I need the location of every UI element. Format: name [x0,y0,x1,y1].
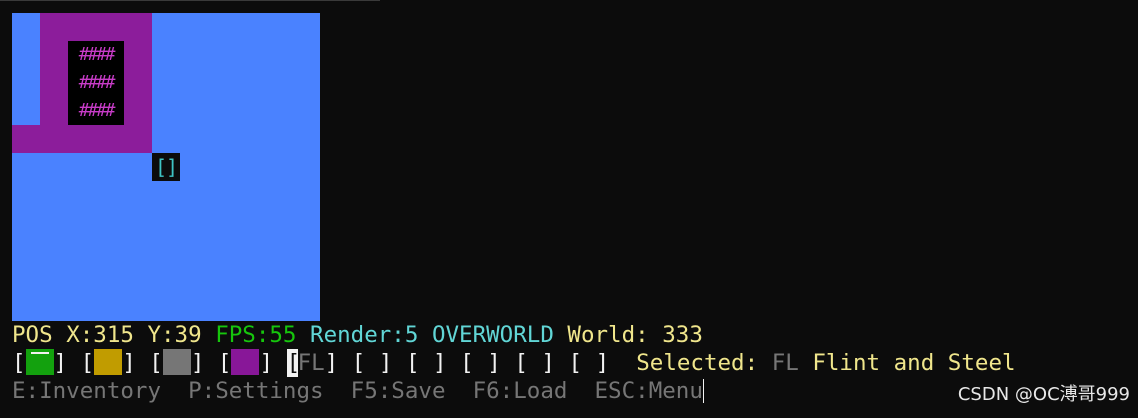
text-cursor [702,379,704,403]
render-distance: Render:5 [310,322,419,348]
hotbar-slot-1[interactable]: [] [12,349,67,376]
hotbar-slot-3[interactable]: [] [149,349,204,376]
block-row: #### [78,100,116,121]
pos-label: POS [12,322,53,348]
key-menu: ESC:Menu [594,378,703,404]
hotbar-slot-4[interactable]: [] [218,349,273,376]
terminal-top-border [0,0,380,1]
controls-help: E:Inventory P:Settings F5:Save F6:Load E… [12,377,704,405]
hotbar-slot-6[interactable]: [ ] [352,350,393,376]
hotbar-slot-7[interactable]: [ ] [406,350,447,376]
selected-label: Selected: [636,350,759,376]
key-load: F6:Load [472,378,568,404]
gold-swatch [94,349,123,375]
stone-block: #### #### #### [68,41,124,125]
hotbar: [] [] [] [] [FL] [ ] [ ] [ ] [ ] [ ] Sel… [12,349,1016,377]
hotbar-slot-8[interactable]: [ ] [460,350,501,376]
dimension-mode: OVERWORLD [431,322,554,348]
selection-highlight: [ [286,349,301,377]
fps-readout: FPS:55 [215,322,297,348]
wall-bottom [12,125,152,153]
block-row: #### [78,44,116,65]
status-bar: POS X:315 Y:39 FPS:55 Render:5 OVERWORLD… [12,321,703,349]
purple-swatch [231,349,260,375]
player-cursor: [] [152,153,180,181]
hotbar-slot-5-selected[interactable]: [FL] [286,349,338,377]
selected-item-name: Flint and Steel [812,350,1016,376]
key-inventory: E:Inventory [12,378,162,404]
hotbar-slot-9[interactable]: [ ] [514,350,555,376]
hotbar-slot-2[interactable]: [] [81,349,136,376]
green-swatch [25,349,54,375]
gray-swatch [162,349,191,375]
slot-item-code: FL [297,350,325,376]
world-label: World: [567,322,649,348]
selected-item-code: FL [771,350,799,376]
pos-y: Y:39 [147,322,202,348]
pos-x: X:315 [66,322,134,348]
watermark: CSDN @OC溥哥999 [957,384,1130,405]
game-map[interactable]: #### #### #### [] [12,13,320,321]
key-save: F5:Save [350,378,446,404]
world-seed: 333 [662,322,703,348]
key-settings: P:Settings [188,378,324,404]
block-row: #### [78,72,116,93]
hotbar-slot-10[interactable]: [ ] [569,350,610,376]
slot-marker [30,352,49,354]
